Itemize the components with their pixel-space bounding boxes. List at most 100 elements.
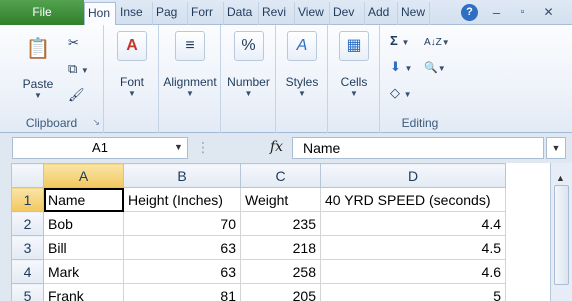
tab-developer[interactable]: Dev [330,2,365,25]
close-icon[interactable]: ✕ [540,4,557,21]
font-label: Font [119,75,144,89]
sort-icon: A↓Z [424,37,442,48]
minimize-icon[interactable]: – [488,4,505,21]
row-header[interactable]: 5 [11,283,44,301]
table-row: 4 Mark 63 258 4.6 [11,259,506,284]
chevron-down-icon: ▼ [186,89,194,98]
sort-filter-button[interactable]: A↓Z▼ [424,33,450,51]
scrollbar-thumb[interactable] [554,185,569,285]
cell[interactable]: 258 [240,259,321,284]
chevron-down-icon: ▼ [298,89,306,98]
cell[interactable]: 4.6 [320,259,506,284]
row-header[interactable]: 3 [11,235,44,260]
styles-label: Styles [285,75,319,89]
cell[interactable]: 63 [123,235,241,260]
cut-button[interactable]: ✂ [68,35,79,51]
cell[interactable]: Frank [43,283,124,301]
cell[interactable]: 218 [240,235,321,260]
tab-view[interactable]: View [295,2,330,25]
eraser-icon: ◇ [390,85,400,100]
autosum-button[interactable]: Σ ▼ [390,33,409,51]
tab-insert[interactable]: Inse [117,2,153,25]
paste-label: Paste [22,77,54,91]
tab-formulas[interactable]: Forr [188,2,224,25]
styles-button[interactable]: A Styles ▼ [276,31,328,98]
tab-new[interactable]: New [398,2,430,25]
cell[interactable]: 40 YRD SPEED (seconds) [320,187,506,212]
cell[interactable]: 4.5 [320,235,506,260]
cell[interactable]: Mark [43,259,124,284]
paste-icon: 📋 [25,38,51,60]
name-box[interactable]: A1 [12,137,188,159]
number-button[interactable]: % Number ▼ [221,31,276,98]
tab-data[interactable]: Data [224,2,259,25]
find-select-button[interactable]: 🔍▼ [424,59,446,77]
cell[interactable]: 70 [123,211,241,236]
cell[interactable]: Height (Inches) [123,187,241,212]
cell[interactable]: 5 [320,283,506,301]
tab-file[interactable]: File [0,0,84,25]
help-icon[interactable]: ? [461,4,478,21]
column-header-a[interactable]: A [43,163,124,188]
number-group: % Number ▼ [221,25,276,133]
cell-a1[interactable]: Name [43,187,124,212]
restore-icon[interactable]: ▫ [514,4,531,21]
alignment-label: Alignment [163,75,217,89]
dialog-launcher-icon[interactable]: ↘ [92,117,100,128]
cut-icon: ✂ [68,35,79,50]
tab-add-ins[interactable]: Add [365,2,398,25]
column-header-row: A B C D [11,163,506,188]
tab-home[interactable]: Hon [84,2,116,26]
chevron-down-icon: ▼ [350,89,358,98]
chevron-down-icon: ▼ [128,89,136,98]
font-icon: A [117,31,147,61]
cell[interactable]: Bill [43,235,124,260]
alignment-group: ≡ Alignment ▼ [159,25,221,133]
vertical-scrollbar[interactable]: ▲ [550,163,572,301]
cell[interactable]: 81 [123,283,241,301]
cells-group: ▦ Cells ▼ [328,25,380,133]
chevron-down-icon: ▼ [34,91,42,100]
insert-function-icon[interactable]: fx [270,139,283,155]
column-header-b[interactable]: B [123,163,241,188]
chevron-down-icon[interactable]: ▼ [174,142,183,152]
cell[interactable]: 63 [123,259,241,284]
cell[interactable]: 205 [240,283,321,301]
font-button[interactable]: A Font ▼ [112,31,152,98]
row-header[interactable]: 2 [11,211,44,236]
tab-page-layout[interactable]: Pag [153,2,188,25]
cells-button[interactable]: ▦ Cells ▼ [328,31,380,98]
alignment-button[interactable]: ≡ Alignment ▼ [159,31,221,98]
cells-label: Cells [340,75,368,89]
editing-group-label: Editing [401,116,439,130]
scroll-up-icon[interactable]: ▲ [556,173,565,183]
expand-formula-bar-icon[interactable]: ▼ [546,137,566,159]
row-header[interactable]: 1 [11,187,44,212]
column-header-d[interactable]: D [320,163,506,188]
cell[interactable]: Bob [43,211,124,236]
formula-bar-separator: ⋮ [196,139,210,155]
formula-bar: A1 ▼ ⋮ fx Name ▼ [0,134,572,163]
table-row: 2 Bob 70 235 4.4 [11,211,506,236]
cell-table: A B C D 1 Name Height (Inches) Weight 40… [11,163,506,301]
percent-icon: % [233,31,264,61]
cell[interactable]: 4.4 [320,211,506,236]
tab-review[interactable]: Revi [259,2,295,25]
editing-group: Σ ▼ A↓Z▼ ⬇ ▼ 🔍▼ ◇ ▼ Editing [380,25,460,133]
formula-input[interactable]: Name [292,137,544,159]
cell[interactable]: 235 [240,211,321,236]
row-header[interactable]: 4 [11,259,44,284]
cell[interactable]: Weight [240,187,321,212]
copy-button[interactable]: ⧉ ▼ [68,61,89,79]
clipboard-group: 📋 Paste ▼ ✂ ⧉ ▼ 🖌 Clipboard ↘ [0,25,104,133]
fill-button[interactable]: ⬇ ▼ [390,59,412,77]
sheet-left-edge [0,163,11,301]
select-all-corner[interactable] [11,163,44,188]
column-header-c[interactable]: C [240,163,321,188]
alignment-icon: ≡ [175,31,205,61]
clipboard-group-label: Clipboard [25,116,78,130]
paste-button[interactable]: 📋 Paste ▼ [16,33,60,100]
format-painter-button[interactable]: 🖌 [68,87,85,103]
sigma-icon: Σ [390,33,398,48]
clear-button[interactable]: ◇ ▼ [390,85,412,103]
